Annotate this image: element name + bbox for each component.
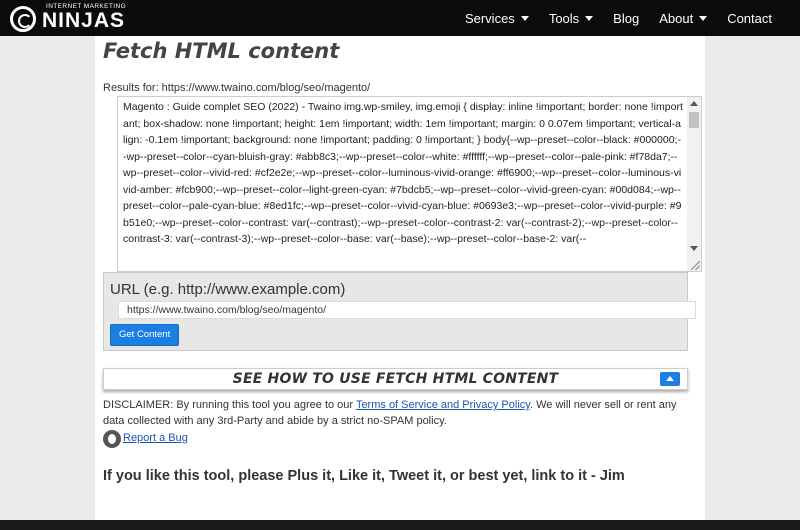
report-bug-link[interactable]: Report a Bug [123,432,188,444]
nav-contact[interactable]: Contact [727,11,772,26]
results-text: Magento : Guide complet SEO (2022) - Twa… [123,101,683,245]
url-label: URL (e.g. http://www.example.com) [110,281,346,298]
disclaimer: DISCLAIMER: By running this tool you agr… [103,397,695,429]
bug-icon [103,430,121,448]
url-form: URL (e.g. http://www.example.com) https:… [103,272,696,351]
logo-ring-icon [10,6,36,32]
scroll-up-arrow-icon[interactable] [690,101,698,106]
results-label: Results for: https://www.twaino.com/blog… [103,82,371,94]
logo-brand: NINJAS [42,9,126,32]
nav-tools-label: Tools [548,10,580,26]
nav-tools[interactable]: Tools [548,10,594,26]
howto-title: SEE HOW TO USE FETCH HTML CONTENT [232,371,559,387]
url-input[interactable]: https://www.twaino.com/blog/seo/magento/ [118,301,696,319]
chevron-down-icon [585,15,594,21]
chevron-up-icon[interactable] [660,372,680,386]
main-nav: Services Tools Blog About Contact [445,0,772,36]
nav-about[interactable]: About [659,10,708,26]
page-title: Fetch HTML content [103,39,340,63]
get-content-button[interactable]: Get Content [110,324,180,346]
scroll-thumb[interactable] [689,112,699,128]
nav-contact-label: Contact [727,10,772,26]
terms-privacy-link[interactable]: Terms of Service and Privacy Policy [356,399,530,411]
nav-blog[interactable]: Blog [613,11,639,26]
top-nav-bar: INTERNET MARKETING NINJAS Services Tools… [0,0,800,36]
disclaimer-text-before: DISCLAIMER: By running this tool you agr… [103,399,356,411]
howto-accordion[interactable]: SEE HOW TO USE FETCH HTML CONTENT [103,368,688,390]
ninjas-logo[interactable]: INTERNET MARKETING NINJAS [10,2,126,34]
nav-about-label: About [659,10,694,26]
nav-services[interactable]: Services [465,11,529,26]
nav-blog-label: Blog [613,10,640,26]
resize-grip-icon[interactable] [691,261,700,270]
chevron-down-icon [699,15,708,21]
footer-bar [0,520,800,530]
share-message: If you like this tool, please Plus it, L… [103,468,625,484]
nav-services-label: Services [464,10,515,26]
scroll-down-arrow-icon[interactable] [690,246,698,251]
results-textarea[interactable]: Magento : Guide complet SEO (2022) - Twa… [117,96,702,272]
results-scrollbar[interactable] [687,97,701,271]
chevron-down-icon [520,15,529,21]
main-content: Fetch HTML content Results for: https://… [95,36,705,520]
